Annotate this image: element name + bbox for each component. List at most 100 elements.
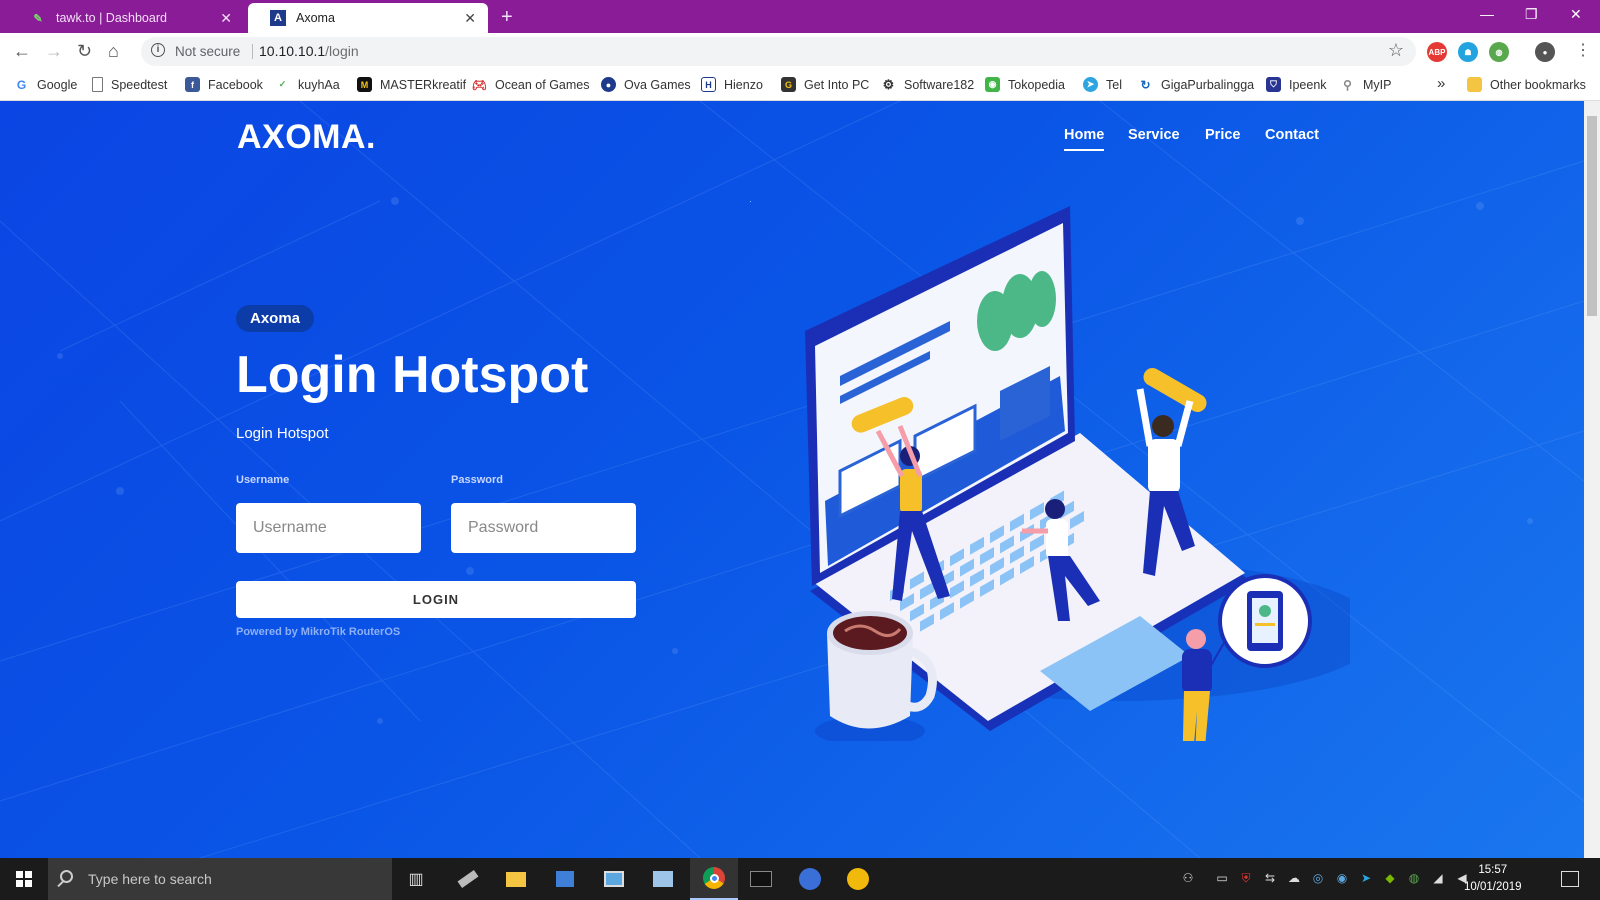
vpn-tray-icon[interactable]: ◍ xyxy=(1407,871,1421,885)
scrollbar-thumb[interactable] xyxy=(1587,116,1597,316)
telegram-tray-icon[interactable]: ➤ xyxy=(1359,871,1373,885)
antivirus-icon[interactable]: ⛨ xyxy=(1239,871,1253,885)
taskbar-search[interactable]: Type here to search xyxy=(48,858,392,900)
password-input[interactable] xyxy=(451,503,636,553)
bookmark-ova-games[interactable]: ● Ova Games xyxy=(601,77,691,92)
telegram-icon: ➤ xyxy=(1083,77,1098,92)
info-icon[interactable]: i xyxy=(151,43,165,57)
start-button[interactable] xyxy=(0,858,48,900)
network-tool-icon[interactable]: ⇆ xyxy=(1263,871,1277,885)
chat-tray-icon[interactable]: ◉ xyxy=(1335,871,1349,885)
coin-app-icon[interactable] xyxy=(838,858,878,900)
nvidia-icon[interactable]: ◆ xyxy=(1383,871,1397,885)
minimize-icon[interactable]: — xyxy=(1480,6,1494,22)
file-explorer-icon[interactable] xyxy=(496,858,536,900)
winbox-icon[interactable] xyxy=(790,858,830,900)
brand-badge: Axoma xyxy=(236,305,315,332)
tab-tawk-dashboard[interactable]: ✎ tawk.to | Dashboard ✕ xyxy=(8,3,244,33)
bookmark-label: Ova Games xyxy=(624,77,691,92)
nav-home[interactable]: Home xyxy=(1064,127,1105,151)
keyboard-icon[interactable]: ▭ xyxy=(1215,871,1229,885)
system-clock[interactable]: 15:57 10/01/2019 xyxy=(1464,862,1522,896)
network-app-icon[interactable] xyxy=(545,858,585,900)
page-icon xyxy=(92,77,103,92)
control-panel-icon[interactable] xyxy=(594,858,634,900)
forward-icon[interactable]: → xyxy=(45,41,63,61)
bookmark-star-icon[interactable]: ☆ xyxy=(1388,40,1404,61)
site-logo[interactable]: AXOMA. xyxy=(237,118,376,157)
wifi-icon[interactable]: ◢ xyxy=(1431,871,1445,885)
bookmark-label: Ocean of Games xyxy=(495,77,590,92)
bookmark-tel[interactable]: ➤ Tel xyxy=(1083,77,1122,92)
tokopedia-icon: ◉ xyxy=(985,77,1000,92)
username-input[interactable] xyxy=(236,503,421,553)
search-icon xyxy=(60,870,73,883)
bookmark-masterkreatif[interactable]: M MASTERkreatif xyxy=(357,77,466,92)
page-scrollbar[interactable] xyxy=(1584,101,1600,858)
login-button[interactable]: LOGIN xyxy=(236,581,636,618)
tab-axoma[interactable]: A Axoma ✕ xyxy=(248,3,488,33)
url-text[interactable]: 10.10.10.1/login xyxy=(259,43,359,59)
other-bookmarks[interactable]: Other bookmarks xyxy=(1467,77,1586,92)
search-placeholder: Type here to search xyxy=(88,871,212,887)
nav-price[interactable]: Price xyxy=(1205,127,1240,143)
laptop-illustration xyxy=(750,201,1350,741)
close-icon[interactable]: ✕ xyxy=(464,10,476,27)
bookmark-label: GigaPurbalingga xyxy=(1161,77,1255,92)
address-bar[interactable]: i Not secure 10.10.10.1/login ☆ xyxy=(141,37,1416,66)
back-icon[interactable]: ← xyxy=(13,41,31,61)
axoma-a-icon: A xyxy=(270,10,286,26)
usb-drive-icon[interactable] xyxy=(448,858,488,900)
bookmarks-bar: G Google Speedtest f Facebook ✓ kuyhAa M MAS… xyxy=(0,70,1600,101)
cloud-icon[interactable]: ☁ xyxy=(1287,871,1301,885)
bookmark-kuyhaa[interactable]: ✓ kuyhAa xyxy=(275,77,340,92)
profile-avatar-icon[interactable]: ● xyxy=(1535,42,1555,62)
bookmark-get-into-pc[interactable]: G Get Into PC xyxy=(781,77,869,92)
bookmark-google[interactable]: G Google xyxy=(14,77,77,92)
page-viewport: AXOMA. Home Service Price Contact Axoma … xyxy=(0,101,1584,858)
nav-contact[interactable]: Contact xyxy=(1265,127,1319,143)
image-app-icon[interactable] xyxy=(643,858,683,900)
bookmark-facebook[interactable]: f Facebook xyxy=(185,77,263,92)
people-icon[interactable]: ⚇ xyxy=(1181,871,1195,885)
menu-icon[interactable]: ⋮ xyxy=(1575,41,1591,61)
terminal-icon[interactable] xyxy=(741,858,781,900)
browser-tab-strip: ✎ tawk.to | Dashboard ✕ A Axoma ✕ + — ❐ … xyxy=(0,0,1600,33)
chrome-icon[interactable] xyxy=(690,858,738,900)
security-label[interactable]: Not secure xyxy=(175,44,240,59)
new-tab-button[interactable]: + xyxy=(501,6,513,29)
notifications-icon[interactable] xyxy=(1561,871,1579,887)
vpn-globe-icon[interactable]: ◍ xyxy=(1489,42,1509,62)
browser-tray-icon[interactable]: ◎ xyxy=(1311,871,1325,885)
nav-service[interactable]: Service xyxy=(1128,127,1180,143)
adblock-plus-icon[interactable]: ABP xyxy=(1427,42,1447,62)
url-path: /login xyxy=(325,43,359,59)
bookmark-speedtest[interactable]: Speedtest xyxy=(92,77,167,92)
close-window-icon[interactable]: ✕ xyxy=(1570,6,1582,23)
bookmark-myip[interactable]: ⚲ MyIP xyxy=(1340,77,1391,92)
page-title: Login Hotspot xyxy=(236,346,589,404)
reload-icon[interactable]: ↻ xyxy=(77,41,92,61)
bookmarks-overflow-button[interactable]: » xyxy=(1437,75,1445,92)
ghostery-icon[interactable]: ☗ xyxy=(1458,42,1478,62)
bookmark-label: Google xyxy=(37,77,78,92)
gear-icon: ⚙ xyxy=(881,76,896,92)
task-view-icon[interactable]: ▥ xyxy=(400,858,432,900)
facebook-icon: f xyxy=(185,77,200,92)
bookmark-label: Get Into PC xyxy=(804,77,870,92)
bookmark-gigapurbalingga[interactable]: ↻ GigaPurbalingga xyxy=(1138,77,1254,92)
bookmark-hienzo[interactable]: H Hienzo xyxy=(701,77,763,92)
bookmark-ocean-of-games[interactable]: 🎮︎ Ocean of Games xyxy=(472,77,590,92)
folder-icon xyxy=(1467,77,1482,92)
clock-date: 10/01/2019 xyxy=(1464,881,1522,893)
bookmark-software182[interactable]: ⚙ Software182 xyxy=(881,77,974,92)
bookmark-tokopedia[interactable]: ◉ Tokopedia xyxy=(985,77,1065,92)
bookmark-label: Other bookmarks xyxy=(1490,77,1586,92)
restore-icon[interactable]: ❐ xyxy=(1525,6,1538,23)
home-icon[interactable]: ⌂ xyxy=(108,41,119,61)
close-icon[interactable]: ✕ xyxy=(220,10,232,27)
bookmark-ipeenk[interactable]: ⛉ Ipeenk xyxy=(1266,77,1327,92)
password-label: Password xyxy=(451,474,503,486)
tawk-leaf-icon: ✎ xyxy=(33,12,43,25)
ova-games-icon: ● xyxy=(601,77,616,92)
